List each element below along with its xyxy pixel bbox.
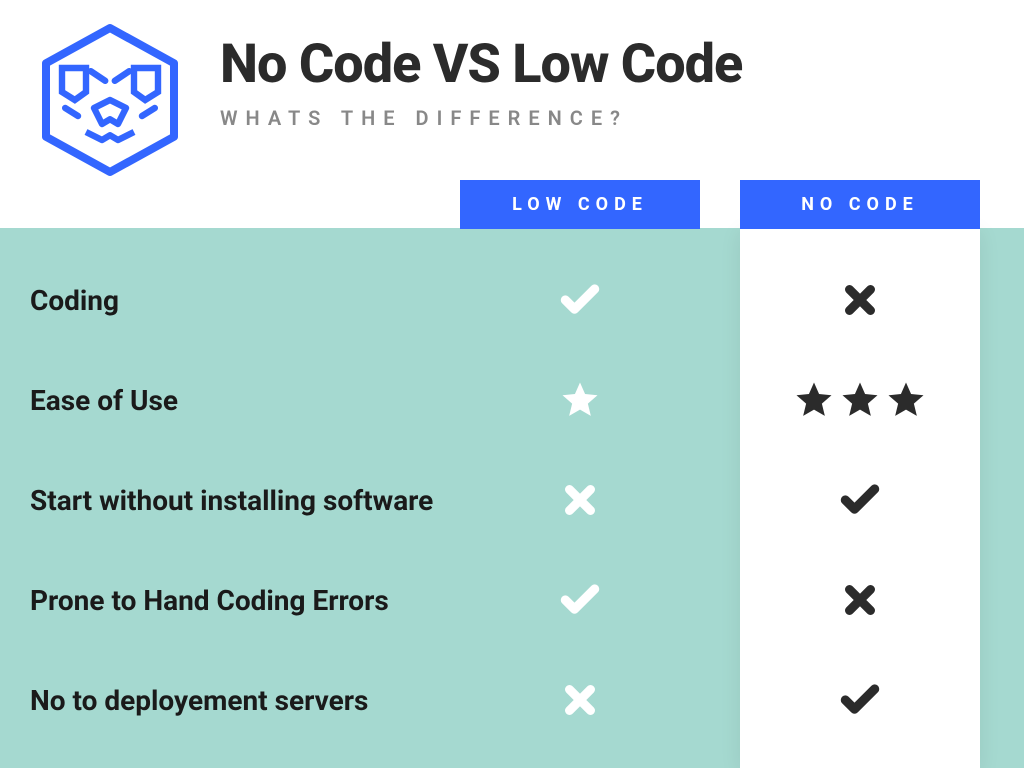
star-icon — [885, 379, 927, 421]
star-icon — [559, 379, 601, 421]
cell-no-code — [740, 678, 980, 722]
comparison-row: No to deployement servers — [0, 650, 1024, 750]
comparison-row: Ease of Use — [0, 350, 1024, 450]
check-icon — [838, 678, 882, 722]
comparison-row: Start without installing software — [0, 450, 1024, 550]
cross-icon — [562, 482, 598, 518]
check-icon — [838, 478, 882, 522]
cell-low-code — [460, 682, 700, 718]
row-label: No to deployement servers — [30, 684, 460, 717]
column-header-no-code: NO CODE — [740, 180, 980, 229]
cross-icon — [842, 282, 878, 318]
page-subtitle: WHATS THE DIFFERENCE? — [220, 106, 742, 130]
check-icon — [558, 278, 602, 322]
cell-no-code — [740, 582, 980, 618]
column-header-low-code: LOW CODE — [460, 180, 700, 229]
row-label: Ease of Use — [30, 384, 460, 417]
row-label: Start without installing software — [30, 484, 460, 517]
logo-icon — [30, 20, 190, 180]
cross-icon — [842, 582, 878, 618]
cell-low-code — [460, 278, 700, 322]
cell-no-code — [740, 282, 980, 318]
star-icon — [839, 379, 881, 421]
cell-no-code — [740, 379, 980, 421]
cell-low-code — [460, 578, 700, 622]
cross-icon — [562, 682, 598, 718]
comparison-row: Coding — [0, 250, 1024, 350]
row-label: Prone to Hand Coding Errors — [30, 584, 460, 617]
check-icon — [558, 578, 602, 622]
page-title: No Code VS Low Code — [220, 35, 742, 94]
cell-low-code — [460, 379, 700, 421]
cell-no-code — [740, 478, 980, 522]
cell-low-code — [460, 482, 700, 518]
row-label: Coding — [30, 284, 460, 317]
comparison-row: Prone to Hand Coding Errors — [0, 550, 1024, 650]
star-icon — [793, 379, 835, 421]
